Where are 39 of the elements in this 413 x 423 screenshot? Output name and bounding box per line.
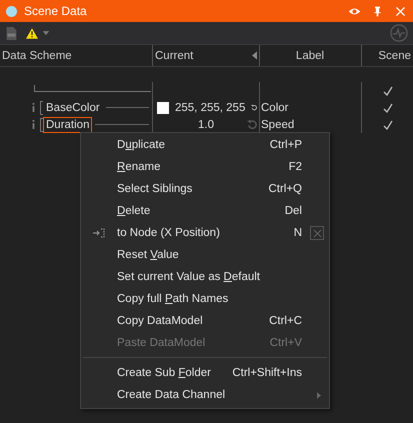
document-icon[interactable]	[5, 26, 18, 40]
info-icon[interactable]	[32, 103, 35, 112]
menu-item[interactable]: Select Siblings Ctrl+Q	[81, 178, 329, 200]
check-icon[interactable]	[382, 120, 392, 130]
menu-item[interactable]: Set current Value as Default	[81, 266, 329, 288]
info-icon[interactable]	[32, 120, 35, 129]
reset-icon[interactable]	[251, 102, 258, 113]
menu-item[interactable]: Create Sub Folder Ctrl+Shift+Ins	[81, 362, 329, 384]
value-text[interactable]: 255, 255, 255	[175, 102, 246, 114]
label-text: Color	[261, 102, 288, 114]
menu-item[interactable]: Copy DataModel Ctrl+C	[81, 310, 329, 332]
warning-icon[interactable]	[26, 28, 38, 38]
menu-item[interactable]: Create Data Channel	[81, 384, 329, 406]
value-text[interactable]: 1.0	[198, 118, 214, 130]
label-text: Speed	[261, 118, 294, 130]
window-title: Scene Data	[24, 4, 87, 18]
check-icon[interactable]	[382, 86, 392, 96]
clear-button[interactable]	[310, 226, 324, 240]
column-header[interactable]: Data Scheme	[2, 50, 72, 62]
pulse-icon[interactable]	[390, 24, 408, 42]
close-icon[interactable]	[394, 4, 407, 18]
submenu-arrow-icon	[317, 392, 321, 398]
collapse-icon[interactable]	[252, 51, 257, 60]
color-swatch[interactable]	[157, 102, 169, 114]
menu-item[interactable]: Rename F2	[81, 156, 329, 178]
column-header[interactable]: Label	[296, 50, 324, 62]
menu-item[interactable]: Copy full Path Names	[81, 288, 329, 310]
check-icon[interactable]	[382, 102, 392, 112]
caret-icon[interactable]	[42, 30, 50, 36]
menu-item[interactable]: Delete Del	[81, 200, 329, 222]
menu-item: Paste DataModel Ctrl+V	[116, 336, 303, 351]
window-status-icon	[6, 6, 17, 16]
column-header[interactable]: Scene	[378, 50, 411, 62]
menu-item[interactable]: Reset Value	[81, 244, 329, 266]
row-name[interactable]: BaseColor	[43, 100, 103, 116]
node-link-icon	[93, 228, 105, 238]
menu-item[interactable]: to Node (X Position) N	[81, 222, 329, 244]
menu-item[interactable]: Duplicate Ctrl+P	[81, 134, 329, 156]
column-header[interactable]: Current	[155, 50, 194, 62]
